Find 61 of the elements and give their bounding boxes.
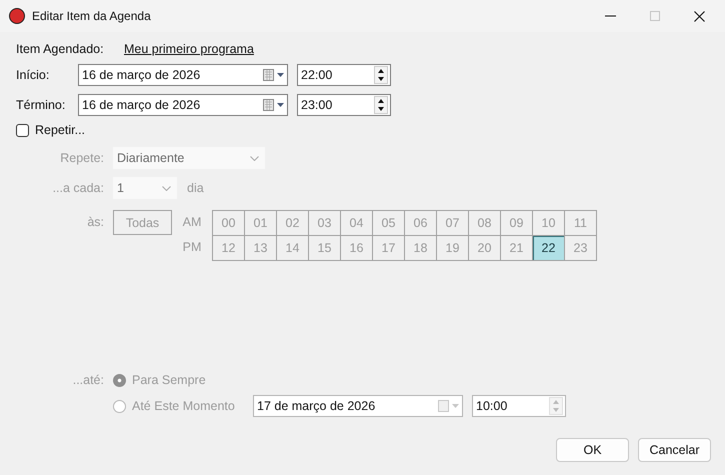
hour-cell[interactable]: 13	[245, 236, 277, 261]
time-field[interactable]: 10:00	[472, 395, 566, 417]
unit-label: dia	[187, 181, 204, 195]
date-picker[interactable]: 16 de março de 2026	[78, 94, 288, 116]
cancel-button[interactable]: Cancelar	[638, 438, 711, 462]
interval-dropdown[interactable]: 1	[113, 177, 177, 199]
hour-cell[interactable]: 05	[373, 211, 405, 236]
hour-cell[interactable]: 01	[245, 211, 277, 236]
hour-cell[interactable]: 08	[469, 211, 501, 236]
period-label: AM	[182, 214, 202, 231]
at-label: às:	[86, 214, 105, 229]
hour-cell[interactable]: 22	[533, 236, 565, 261]
repeat-label: Repete:	[59, 151, 105, 165]
hour-cell[interactable]: 04	[341, 211, 373, 236]
calendar-dropdown-icon	[263, 99, 285, 111]
item-label: Item Agendado:	[16, 42, 105, 56]
field-label: Início:	[16, 68, 50, 82]
close-icon[interactable]	[694, 10, 705, 22]
spin-icon[interactable]	[374, 96, 388, 114]
time-field[interactable]: 22:00	[297, 64, 391, 86]
period-label: PM	[182, 239, 202, 256]
repeat-dropdown[interactable]: Diariamente	[113, 147, 265, 169]
calendar-dropdown-icon	[438, 400, 460, 412]
hour-cell[interactable]: 20	[469, 236, 501, 261]
chevron-down-icon	[250, 156, 259, 160]
hour-cell[interactable]: 07	[437, 211, 469, 236]
hour-cell[interactable]: 00	[213, 211, 245, 236]
hour-cell[interactable]: 17	[373, 236, 405, 261]
app-icon	[9, 8, 25, 24]
time-field[interactable]: 23:00	[297, 94, 391, 116]
hour-cell[interactable]: 16	[341, 236, 373, 261]
hour-cell[interactable]: 15	[309, 236, 341, 261]
all-hours-button[interactable]: Todas	[113, 210, 172, 235]
spin-icon[interactable]	[374, 66, 388, 84]
hour-cell[interactable]: 03	[309, 211, 341, 236]
window-title: Editar Item da Agenda	[32, 9, 151, 23]
date-picker[interactable]: 16 de março de 2026	[78, 64, 288, 86]
chevron-down-icon	[162, 186, 171, 190]
hour-cell[interactable]: 06	[405, 211, 437, 236]
calendar-dropdown-icon	[263, 69, 285, 81]
field-label: Término:	[16, 98, 66, 112]
until-label: ...até:	[72, 373, 105, 387]
until-moment-radio[interactable]	[113, 400, 126, 412]
date-picker[interactable]: 17 de março de 2026	[253, 395, 463, 417]
hour-cell[interactable]: 09	[501, 211, 533, 236]
repeat-checkbox[interactable]	[16, 124, 29, 136]
hour-cell[interactable]: 23	[565, 236, 597, 261]
hour-cell[interactable]: 02	[277, 211, 309, 236]
hour-cell[interactable]: 18	[405, 236, 437, 261]
interval-label: ...a cada:	[52, 181, 105, 195]
program-link[interactable]: Meu primeiro programa	[124, 42, 254, 56]
until-moment-label: Até Este Momento	[132, 399, 236, 413]
minimize-icon[interactable]	[605, 15, 616, 17]
ok-button[interactable]: OK	[556, 438, 629, 462]
hour-cell[interactable]: 12	[213, 236, 245, 261]
hour-cell[interactable]: 14	[277, 236, 309, 261]
forever-label: Para Sempre	[132, 373, 206, 387]
forever-radio[interactable]	[113, 374, 126, 386]
hour-cell[interactable]: 11	[565, 211, 597, 236]
repeat-label: Repetir...	[35, 123, 86, 137]
hour-cell[interactable]: 19	[437, 236, 469, 261]
